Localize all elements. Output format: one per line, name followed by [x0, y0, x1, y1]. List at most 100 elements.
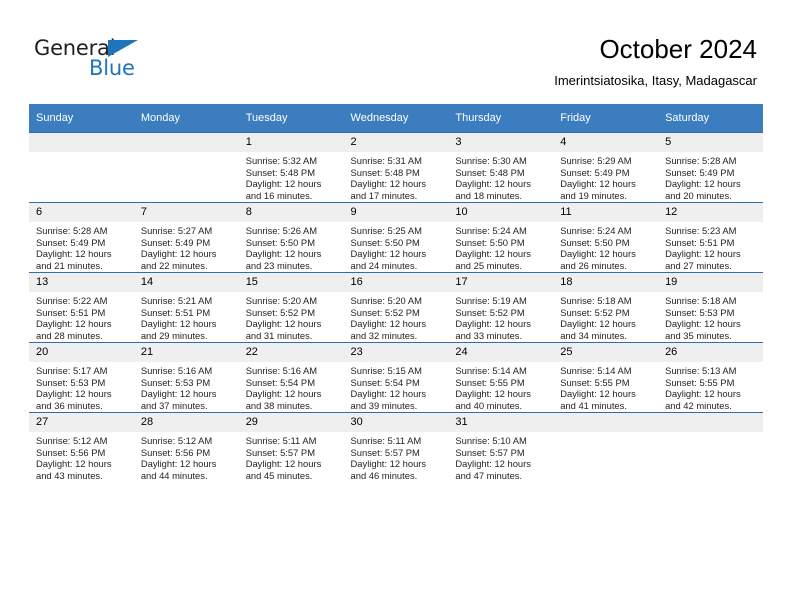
day-details: Sunrise: 5:32 AM Sunset: 5:48 PM Daylight:… — [239, 152, 344, 201]
daylight-text-line2: and 24 minutes. — [350, 259, 418, 271]
daylight-text-line1: Daylight: 12 hours — [36, 458, 112, 470]
calendar-day-cell[interactable]: 19 Sunrise: 5:18 AM Sunset: 5:53 PM Dayligh… — [658, 272, 763, 343]
calendar-day-cell[interactable]: 7 Sunrise: 5:27 AM Sunset: 5:49 PM Daylight… — [133, 202, 239, 273]
calendar-day-cell[interactable]: 16 Sunrise: 5:20 AM Sunset: 5:52 PM Dayligh… — [343, 272, 449, 343]
calendar-week-row: 6 Sunrise: 5:28 AM Sunset: 5:49 PM Daylight… — [29, 202, 763, 273]
day-cell-inner — [658, 413, 763, 482]
calendar-day-cell[interactable]: 8 Sunrise: 5:26 AM Sunset: 5:50 PM Daylight… — [238, 202, 344, 273]
day-details: Sunrise: 5:16 AM Sunset: 5:53 PM Daylight:… — [134, 362, 239, 411]
day-details: Sunrise: 5:28 AM Sunset: 5:49 PM Daylight:… — [658, 152, 763, 201]
daylight-text-line2: and 36 minutes. — [36, 399, 103, 411]
calendar-day-cell[interactable]: 25 Sunrise: 5:14 AM Sunset: 5:55 PM Dayligh… — [553, 342, 659, 413]
day-details: Sunrise: 5:15 AM Sunset: 5:54 PM Daylight:… — [344, 362, 449, 411]
sunset-text: Sunset: 5:53 PM — [665, 306, 735, 318]
daylight-text-line1: Daylight: 12 hours — [245, 318, 322, 330]
calendar-day-cell[interactable]: 9 Sunrise: 5:25 AM Sunset: 5:50 PM Daylight… — [343, 202, 449, 273]
sunrise-text: Sunrise: 5:12 AM — [36, 435, 108, 446]
calendar-day-cell[interactable]: 17 Sunrise: 5:19 AM Sunset: 5:52 PM Dayligh… — [448, 272, 554, 343]
sunset-text: Sunset: 5:54 PM — [245, 376, 315, 388]
calendar-day-cell[interactable]: 3 Sunrise: 5:30 AM Sunset: 5:48 PM Daylight… — [448, 132, 554, 203]
calendar-day-cell[interactable]: 30 Sunrise: 5:11 AM Sunset: 5:57 PM Dayligh… — [343, 412, 449, 482]
calendar-day-cell[interactable]: 28 Sunrise: 5:12 AM Sunset: 5:56 PM Dayligh… — [133, 412, 239, 482]
daylight-text-line2: and 35 minutes. — [665, 329, 732, 341]
sunset-text: Sunset: 5:57 PM — [455, 446, 525, 458]
daylight-text-line1: Daylight: 12 hours — [665, 318, 741, 330]
sunset-text: Sunset: 5:48 PM — [350, 166, 420, 178]
calendar-day-cell[interactable]: 14 Sunrise: 5:21 AM Sunset: 5:51 PM Dayligh… — [133, 272, 239, 343]
calendar-day-cell[interactable]: 26 Sunrise: 5:13 AM Sunset: 5:55 PM Dayligh… — [658, 342, 763, 413]
calendar-day-cell[interactable]: 23 Sunrise: 5:15 AM Sunset: 5:54 PM Dayligh… — [343, 342, 449, 413]
sunrise-text: Sunrise: 5:17 AM — [36, 365, 108, 376]
sunset-text: Sunset: 5:57 PM — [245, 446, 315, 458]
sunrise-text: Sunrise: 5:14 AM — [455, 365, 527, 376]
calendar-week-row: 27 Sunrise: 5:12 AM Sunset: 5:56 PM Dayligh… — [29, 412, 763, 482]
day-details: Sunrise: 5:10 AM Sunset: 5:57 PM Daylight:… — [448, 432, 553, 481]
calendar-day-cell[interactable]: 2 Sunrise: 5:31 AM Sunset: 5:48 PM Daylight… — [343, 132, 449, 203]
sunset-text: Sunset: 5:49 PM — [36, 236, 106, 248]
daylight-text-line2: and 45 minutes. — [245, 469, 313, 481]
day-number: 16 — [343, 273, 449, 292]
calendar-day-cell[interactable]: 1 Sunrise: 5:32 AM Sunset: 5:48 PM Daylight… — [238, 132, 344, 203]
calendar-day-cell[interactable]: 6 Sunrise: 5:28 AM Sunset: 5:49 PM Daylight… — [29, 202, 134, 273]
day-cell-inner: 15 Sunrise: 5:20 AM Sunset: 5:52 PM Dayligh… — [238, 273, 344, 342]
daylight-text-line2: and 41 minutes. — [560, 399, 627, 411]
brand-logo[interactable]: General Blue — [34, 38, 254, 88]
calendar-day-cell[interactable]: 24 Sunrise: 5:14 AM Sunset: 5:55 PM Dayligh… — [448, 342, 554, 413]
sunset-text: Sunset: 5:56 PM — [140, 446, 211, 458]
day-details: Sunrise: 5:12 AM Sunset: 5:56 PM Daylight:… — [29, 432, 134, 481]
day-number — [553, 413, 659, 432]
day-number: 3 — [448, 133, 554, 152]
day-number: 4 — [553, 133, 659, 152]
calendar-day-cell[interactable]: 27 Sunrise: 5:12 AM Sunset: 5:56 PM Dayligh… — [29, 412, 134, 482]
sunset-text: Sunset: 5:50 PM — [560, 236, 630, 248]
daylight-text-line2: and 33 minutes. — [455, 329, 523, 341]
calendar-day-cell[interactable]: 20 Sunrise: 5:17 AM Sunset: 5:53 PM Dayligh… — [29, 342, 134, 413]
sunrise-text: Sunrise: 5:24 AM — [455, 225, 527, 236]
calendar-day-cell[interactable]: 21 Sunrise: 5:16 AM Sunset: 5:53 PM Dayligh… — [133, 342, 239, 413]
daylight-text-line1: Daylight: 12 hours — [140, 458, 217, 470]
daylight-text-line2: and 44 minutes. — [140, 469, 208, 481]
calendar-day-cell[interactable]: 4 Sunrise: 5:29 AM Sunset: 5:49 PM Daylight… — [553, 132, 659, 203]
triangle-flag-icon — [108, 40, 138, 57]
daylight-text-line1: Daylight: 12 hours — [36, 248, 112, 260]
calendar-day-cell[interactable]: 12 Sunrise: 5:23 AM Sunset: 5:51 PM Dayligh… — [658, 202, 763, 273]
day-cell-inner: 13 Sunrise: 5:22 AM Sunset: 5:51 PM Dayligh… — [29, 273, 134, 342]
day-number: 26 — [658, 343, 763, 362]
calendar-day-cell[interactable]: 10 Sunrise: 5:24 AM Sunset: 5:50 PM Dayligh… — [448, 202, 554, 273]
weekday-header-friday: Friday — [553, 104, 659, 133]
day-cell-inner: 10 Sunrise: 5:24 AM Sunset: 5:50 PM Dayligh… — [448, 203, 554, 272]
calendar-day-cell[interactable]: 18 Sunrise: 5:18 AM Sunset: 5:52 PM Dayligh… — [553, 272, 659, 343]
sunrise-text: Sunrise: 5:29 AM — [560, 155, 632, 166]
day-number: 13 — [29, 273, 134, 292]
daylight-text-line2: and 18 minutes. — [455, 189, 523, 201]
calendar-day-cell[interactable]: 13 Sunrise: 5:22 AM Sunset: 5:51 PM Dayligh… — [29, 272, 134, 343]
day-cell-inner: 22 Sunrise: 5:16 AM Sunset: 5:54 PM Dayligh… — [238, 343, 344, 412]
calendar-day-cell[interactable]: 22 Sunrise: 5:16 AM Sunset: 5:54 PM Dayligh… — [238, 342, 344, 413]
sunset-text: Sunset: 5:51 PM — [140, 306, 211, 318]
daylight-text-line1: Daylight: 12 hours — [36, 388, 112, 400]
day-details: Sunrise: 5:13 AM Sunset: 5:55 PM Daylight:… — [658, 362, 763, 411]
day-details: Sunrise: 5:11 AM Sunset: 5:57 PM Daylight:… — [239, 432, 344, 481]
day-cell-inner: 8 Sunrise: 5:26 AM Sunset: 5:50 PM Daylight… — [238, 203, 344, 272]
calendar-day-cell[interactable]: 5 Sunrise: 5:28 AM Sunset: 5:49 PM Daylight… — [658, 132, 763, 203]
calendar-day-cell[interactable]: 31 Sunrise: 5:10 AM Sunset: 5:57 PM Dayligh… — [448, 412, 554, 482]
day-number: 28 — [133, 413, 239, 432]
daylight-text-line1: Daylight: 12 hours — [665, 388, 741, 400]
calendar-day-cell[interactable]: 29 Sunrise: 5:11 AM Sunset: 5:57 PM Dayligh… — [238, 412, 344, 482]
calendar-day-cell-empty — [658, 412, 763, 482]
sunrise-text: Sunrise: 5:31 AM — [350, 155, 422, 166]
day-cell-inner: 26 Sunrise: 5:13 AM Sunset: 5:55 PM Dayligh… — [658, 343, 763, 412]
calendar-day-cell[interactable]: 11 Sunrise: 5:24 AM Sunset: 5:50 PM Dayligh… — [553, 202, 659, 273]
sunset-text: Sunset: 5:52 PM — [350, 306, 420, 318]
calendar-week-row: 1 Sunrise: 5:32 AM Sunset: 5:48 PM Daylight… — [29, 132, 763, 203]
day-number: 25 — [553, 343, 659, 362]
weekday-header-sunday: Sunday — [29, 104, 134, 133]
calendar-week-row: 20 Sunrise: 5:17 AM Sunset: 5:53 PM Dayligh… — [29, 342, 763, 413]
sunset-text: Sunset: 5:55 PM — [665, 376, 735, 388]
weekday-header-tuesday: Tuesday — [238, 104, 344, 133]
sunrise-text: Sunrise: 5:28 AM — [665, 155, 737, 166]
daylight-text-line2: and 38 minutes. — [245, 399, 313, 411]
daylight-text-line1: Daylight: 12 hours — [455, 318, 531, 330]
sunrise-text: Sunrise: 5:23 AM — [665, 225, 737, 236]
calendar-day-cell[interactable]: 15 Sunrise: 5:20 AM Sunset: 5:52 PM Dayligh… — [238, 272, 344, 343]
